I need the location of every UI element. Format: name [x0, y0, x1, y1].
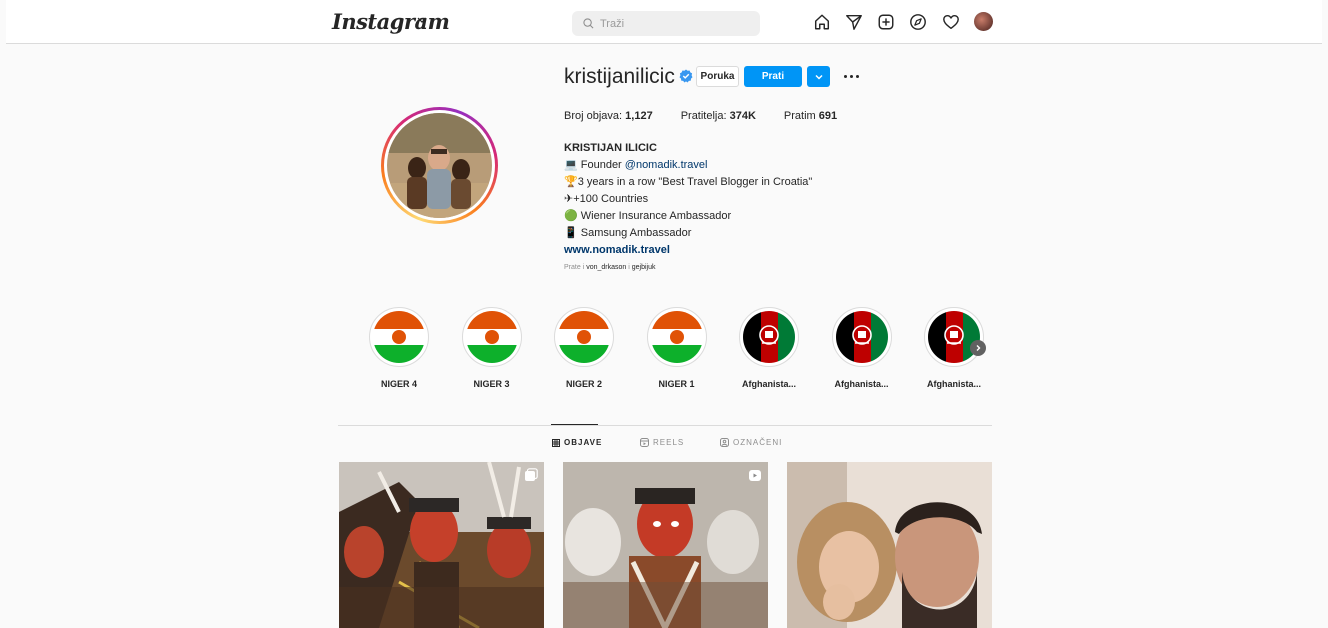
bio-line-founder: 💻 Founder @nomadik.travel: [564, 159, 708, 171]
bio-mention-link[interactable]: @nomadik.travel: [625, 159, 708, 171]
bio-website-link[interactable]: www.nomadik.travel: [564, 242, 812, 259]
highlight-cover: [831, 307, 892, 367]
highlight-cover: [924, 307, 984, 367]
bio-line-wiener: 🟢 Wiener Insurance Ambassador: [564, 210, 732, 222]
post-image: [787, 462, 992, 628]
post-image: [339, 462, 544, 628]
highlight-label: Afghanista...: [741, 379, 796, 389]
verified-badge-icon: [679, 69, 693, 83]
message-button[interactable]: Poruka: [696, 66, 739, 87]
highlight-label: NIGER 4: [380, 379, 417, 389]
highlight-label: NIGER 1: [658, 379, 695, 389]
dot: [849, 74, 853, 78]
niger-flag-icon: [558, 311, 610, 363]
tab-posts[interactable]: OBJAVE: [552, 438, 602, 447]
new-post-icon[interactable]: [876, 12, 896, 32]
niger-flag-icon: [373, 311, 425, 363]
tab-tagged[interactable]: OZNAČENI: [720, 438, 782, 447]
dot: [843, 74, 847, 78]
tabs-divider: [338, 425, 992, 426]
reels-icon: [640, 438, 649, 447]
story-highlight[interactable]: Afghanista...: [729, 307, 809, 389]
search-input[interactable]: [600, 17, 750, 30]
post-thumbnail[interactable]: [339, 462, 544, 628]
suggested-dropdown-button[interactable]: [807, 66, 830, 87]
highlights-next-button[interactable]: [970, 340, 986, 356]
story-highlight[interactable]: NIGER 4: [359, 307, 439, 389]
profile-bio: KRISTIJAN ILICIC 💻 Founder @nomadik.trav…: [564, 140, 812, 259]
post-image: [563, 462, 768, 628]
dot: [855, 74, 859, 78]
home-icon[interactable]: [812, 12, 832, 32]
carousel-icon: [525, 468, 538, 481]
profile-avatar-nav[interactable]: [974, 12, 993, 31]
grid-icon: [552, 438, 560, 447]
story-highlight[interactable]: NIGER 3: [452, 307, 532, 389]
posts-count: Broj objava: 1,127: [564, 110, 653, 122]
highlight-label: Afghanista...: [926, 379, 981, 389]
highlight-label: Afghanista...: [834, 379, 889, 389]
afghanistan-flag-icon: [835, 311, 888, 363]
bio-line-samsung: 📱 Samsung Ambassador: [564, 227, 692, 239]
post-thumbnail[interactable]: [563, 462, 768, 628]
profile-username: kristijanilicic: [564, 65, 675, 88]
send-icon[interactable]: [844, 12, 864, 32]
tagged-icon: [720, 438, 729, 447]
profile-stats: Broj objava: 1,127 Pratitelja: 374K Prat…: [564, 110, 837, 122]
followers-count[interactable]: Pratitelja: 374K: [681, 110, 756, 122]
search-bar[interactable]: [572, 11, 760, 36]
profile-picture[interactable]: [381, 107, 498, 224]
story-highlight[interactable]: NIGER 1: [637, 307, 717, 389]
post-thumbnail[interactable]: [787, 462, 992, 628]
profile-picture-frame: [384, 110, 495, 221]
bio-line-countries: ✈+100 Countries: [564, 193, 649, 205]
story-highlight[interactable]: Afghanista...: [822, 307, 902, 389]
afghanistan-flag-icon: [743, 311, 795, 363]
following-count[interactable]: Pratim 691: [784, 110, 837, 122]
niger-flag-icon: [650, 311, 703, 363]
tab-reels[interactable]: REELS: [640, 438, 684, 447]
story-highlight[interactable]: NIGER 2: [544, 307, 624, 389]
profile-photo-art: [387, 113, 492, 218]
reel-icon: [749, 470, 761, 481]
highlight-cover: [461, 307, 522, 367]
chevron-down-icon: [814, 74, 823, 80]
highlight-cover: [739, 307, 799, 367]
highlight-label: NIGER 2: [565, 379, 602, 389]
highlight-cover: [554, 307, 614, 367]
highlight-cover: [646, 307, 707, 367]
search-icon: [583, 18, 594, 29]
active-tab-indicator: [551, 424, 598, 425]
afghanistan-flag-icon: [928, 311, 980, 363]
niger-flag-icon: [465, 311, 518, 363]
followed-by-text[interactable]: Prate i von_drkason i gejbijuk: [564, 264, 655, 271]
heart-icon[interactable]: [941, 12, 961, 32]
bio-full-name: KRISTIJAN ILICIC: [564, 142, 657, 154]
bio-line-award: 🏆3 years in a row "Best Travel Blogger i…: [564, 176, 813, 188]
highlight-label: NIGER 3: [473, 379, 510, 389]
chevron-right-icon: [976, 345, 981, 351]
instagram-logo[interactable]: Instagram: [332, 9, 450, 34]
follow-button[interactable]: Prati: [744, 66, 802, 87]
profile-photo: [387, 113, 492, 218]
highlight-cover: [369, 307, 429, 367]
chevron-down-icon[interactable]: [416, 14, 428, 26]
more-options-button[interactable]: [840, 68, 862, 84]
explore-icon[interactable]: [908, 12, 928, 32]
